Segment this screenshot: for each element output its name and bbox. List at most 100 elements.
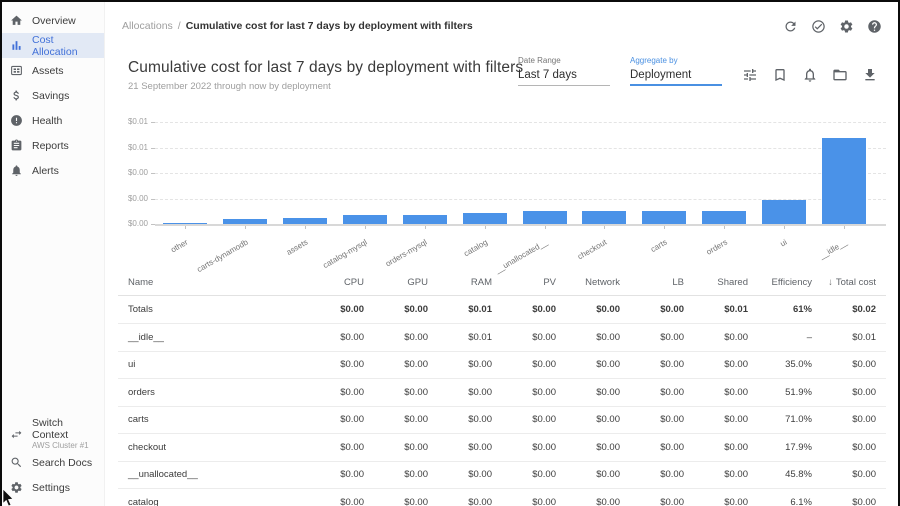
aggregate-by-value[interactable]: Deployment xyxy=(630,69,722,86)
date-range-select[interactable]: Date Range Last 7 days xyxy=(518,56,610,86)
table-row-orders[interactable]: orders$0.00$0.00$0.00$0.00$0.00$0.00$0.0… xyxy=(118,379,886,407)
row-value-lb: $0.00 xyxy=(630,359,694,370)
column-header-efficiency[interactable]: Efficiency xyxy=(758,277,822,288)
row-value-cpu: $0.00 xyxy=(310,304,374,315)
date-range-value[interactable]: Last 7 days xyxy=(518,69,610,86)
report-subtitle: 21 September 2022 through now by deploym… xyxy=(128,81,523,92)
column-header-shared[interactable]: Shared xyxy=(694,277,758,288)
chart-bar-carts-dynamodb[interactable] xyxy=(223,219,267,224)
set-alert-button[interactable] xyxy=(802,67,818,83)
row-value-gpu: $0.00 xyxy=(374,332,438,343)
download-csv-button[interactable] xyxy=(862,67,878,83)
sidebar-item-search-docs[interactable]: Search Docs xyxy=(2,450,104,475)
row-value-total-cost: $0.01 xyxy=(822,332,886,343)
column-header-gpu[interactable]: GPU xyxy=(374,277,438,288)
row-value-lb: $0.00 xyxy=(630,387,694,398)
table-row-totals: Totals$0.00$0.00$0.01$0.00$0.00$0.00$0.0… xyxy=(118,296,886,324)
sidebar-item-label: Assets xyxy=(32,65,64,77)
y-axis-label: $0.01 xyxy=(118,143,148,152)
table-row-carts[interactable]: carts$0.00$0.00$0.00$0.00$0.00$0.00$0.00… xyxy=(118,407,886,435)
table-row-unallocated[interactable]: __unallocated__$0.00$0.00$0.00$0.00$0.00… xyxy=(118,462,886,490)
sidebar-item-assets[interactable]: Assets xyxy=(2,58,104,83)
table-row-checkout[interactable]: checkout$0.00$0.00$0.00$0.00$0.00$0.00$0… xyxy=(118,434,886,462)
column-header-name[interactable]: Name xyxy=(118,277,310,288)
sidebar-item-health[interactable]: Health xyxy=(2,108,104,133)
chart-bar-catalog-mysql[interactable] xyxy=(343,215,387,224)
column-header-lb[interactable]: LB xyxy=(630,277,694,288)
sidebar-item-overview[interactable]: Overview xyxy=(2,8,104,33)
aggregate-by-label: Aggregate by xyxy=(630,56,722,65)
row-name: __unallocated__ xyxy=(118,469,310,480)
sidebar-item-label: Savings xyxy=(32,90,69,102)
column-header-pv[interactable]: PV xyxy=(502,277,566,288)
home-icon xyxy=(10,14,23,27)
sidebar-item-settings[interactable]: Settings xyxy=(2,475,104,500)
row-value-total-cost: $0.00 xyxy=(822,387,886,398)
row-name: catalog xyxy=(118,497,310,506)
table-row-ui[interactable]: ui$0.00$0.00$0.00$0.00$0.00$0.00$0.0035.… xyxy=(118,352,886,380)
y-tick-mark xyxy=(151,122,155,123)
refresh-button[interactable] xyxy=(783,19,798,34)
sidebar-item-cost-allocation[interactable]: Cost Allocation xyxy=(2,33,104,58)
row-value-total-cost: $0.00 xyxy=(822,469,886,480)
row-value-ram: $0.00 xyxy=(438,442,502,453)
breadcrumb-separator: / xyxy=(178,20,181,32)
aggregate-by-select[interactable]: Aggregate by Deployment xyxy=(630,56,722,86)
x-axis-label: other xyxy=(169,238,189,255)
chart-bar-catalog[interactable] xyxy=(463,213,507,224)
row-value-shared: $0.00 xyxy=(694,414,758,425)
column-header-label: Efficiency xyxy=(772,277,812,288)
report-content: Cumulative cost for last 7 days by deplo… xyxy=(105,50,898,506)
breadcrumb-section[interactable]: Allocations xyxy=(122,20,173,32)
sidebar-item-label: Alerts xyxy=(32,165,59,177)
column-header-network[interactable]: Network xyxy=(566,277,630,288)
save-report-button[interactable] xyxy=(772,67,788,83)
dollar-icon xyxy=(10,89,23,102)
help-button[interactable] xyxy=(867,19,882,34)
chart-bar-checkout[interactable] xyxy=(582,211,626,224)
row-value-efficiency: 71.0% xyxy=(758,414,822,425)
chart-bar-assets[interactable] xyxy=(283,218,327,224)
x-axis-label: assets xyxy=(285,238,310,257)
table-row-catalog[interactable]: catalog$0.00$0.00$0.00$0.00$0.00$0.00$0.… xyxy=(118,489,886,506)
download-icon xyxy=(862,67,878,83)
row-value-cpu: $0.00 xyxy=(310,442,374,453)
column-header-label: LB xyxy=(672,277,684,288)
sidebar-item-reports[interactable]: Reports xyxy=(2,133,104,158)
settings-button[interactable] xyxy=(839,19,854,34)
row-value-gpu: $0.00 xyxy=(374,469,438,480)
y-axis-label: $0.00 xyxy=(118,168,148,177)
edit-filters-button[interactable] xyxy=(742,67,758,83)
x-axis-line xyxy=(155,224,886,226)
row-value-network: $0.00 xyxy=(566,359,630,370)
y-axis-label: $0.00 xyxy=(118,194,148,203)
sidebar-item-savings[interactable]: Savings xyxy=(2,83,104,108)
sidebar-item-alerts[interactable]: Alerts xyxy=(2,158,104,183)
status-button[interactable] xyxy=(811,19,826,34)
gridline xyxy=(155,122,886,123)
open-report-button[interactable] xyxy=(832,67,848,83)
chart-bar-idle[interactable] xyxy=(822,138,866,224)
row-value-cpu: $0.00 xyxy=(310,497,374,506)
clipboard-icon xyxy=(10,139,23,152)
x-tick-mark xyxy=(485,226,486,229)
row-value-gpu: $0.00 xyxy=(374,497,438,506)
column-header-total-cost[interactable]: ↓Total cost xyxy=(822,277,886,288)
sort-desc-icon: ↓ xyxy=(828,277,833,288)
chart-bar-ui[interactable] xyxy=(762,200,806,224)
row-value-total-cost: $0.02 xyxy=(822,304,886,315)
x-tick-mark xyxy=(185,226,186,229)
chart-bar-orders[interactable] xyxy=(702,211,746,224)
chart-bar-carts[interactable] xyxy=(642,211,686,224)
row-value-efficiency: 51.9% xyxy=(758,387,822,398)
chart-bar-orders-mysql[interactable] xyxy=(403,215,447,224)
column-header-ram[interactable]: RAM xyxy=(438,277,502,288)
table-row-idle[interactable]: __idle__$0.00$0.00$0.01$0.00$0.00$0.00$0… xyxy=(118,324,886,352)
column-header-label: RAM xyxy=(471,277,492,288)
row-value-pv: $0.00 xyxy=(502,332,566,343)
chart-bar-other[interactable] xyxy=(163,223,207,224)
column-header-cpu[interactable]: CPU xyxy=(310,277,374,288)
chart-bar-unallocated[interactable] xyxy=(523,211,567,224)
row-value-shared: $0.00 xyxy=(694,497,758,506)
sidebar-item-switch-context[interactable]: Switch ContextAWS Cluster #1 xyxy=(2,418,104,450)
